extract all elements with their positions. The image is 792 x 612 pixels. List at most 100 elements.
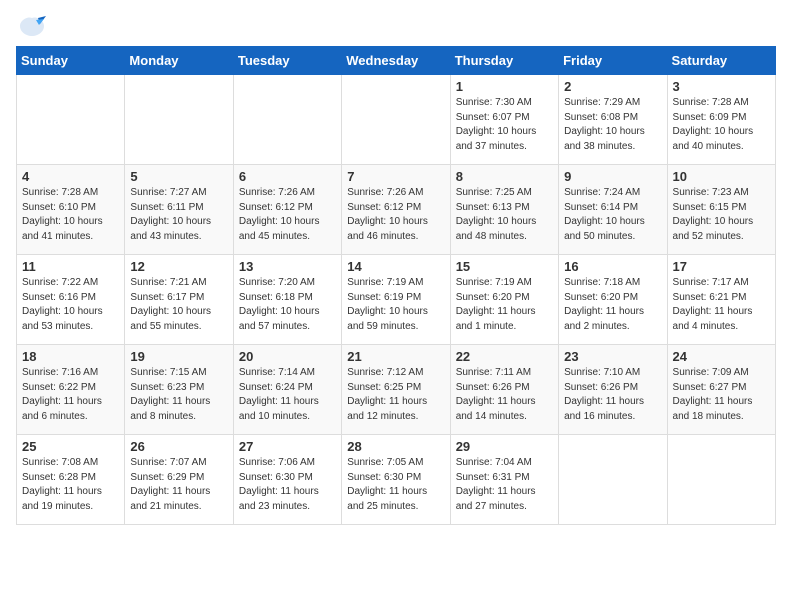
calendar-cell: 17 Sunrise: 7:17 AM Sunset: 6:21 PM Dayli… — [667, 255, 775, 345]
calendar-cell: 23 Sunrise: 7:10 AM Sunset: 6:26 PM Dayli… — [559, 345, 667, 435]
day-info: Sunrise: 7:10 AM Sunset: 6:26 PM Dayligh… — [564, 366, 661, 424]
day-info: Sunrise: 7:21 AM Sunset: 6:17 PM Dayligh… — [130, 276, 227, 334]
col-header-monday: Monday — [125, 47, 233, 75]
day-number: 4 — [22, 169, 119, 184]
logo — [16, 16, 46, 34]
day-number: 5 — [130, 169, 227, 184]
col-header-friday: Friday — [559, 47, 667, 75]
calendar-cell: 12 Sunrise: 7:21 AM Sunset: 6:17 PM Dayli… — [125, 255, 233, 345]
day-info: Sunrise: 7:27 AM Sunset: 6:11 PM Dayligh… — [130, 186, 227, 244]
day-info: Sunrise: 7:16 AM Sunset: 6:22 PM Dayligh… — [22, 366, 119, 424]
calendar-table: SundayMondayTuesdayWednesdayThursdayFrid… — [16, 46, 776, 525]
day-info: Sunrise: 7:08 AM Sunset: 6:28 PM Dayligh… — [22, 456, 119, 514]
logo-bird-icon — [18, 16, 46, 38]
day-info: Sunrise: 7:14 AM Sunset: 6:24 PM Dayligh… — [239, 366, 336, 424]
col-header-sunday: Sunday — [17, 47, 125, 75]
calendar-cell — [233, 75, 341, 165]
calendar-cell: 7Sunrise: 7:26 AM Sunset: 6:12 PM Daylig… — [342, 165, 450, 255]
calendar-cell: 2 Sunrise: 7:29 AM Sunset: 6:08 PM Daylig… — [559, 75, 667, 165]
day-number: 14 — [347, 259, 444, 274]
day-number: 24 — [673, 349, 770, 364]
day-info: Sunrise: 7:24 AM Sunset: 6:14 PM Dayligh… — [564, 186, 661, 244]
day-info: Sunrise: 7:26 AM Sunset: 6:12 PM Dayligh… — [239, 186, 336, 244]
day-number: 16 — [564, 259, 661, 274]
day-number: 26 — [130, 439, 227, 454]
week-row-1: 1Sunrise: 7:30 AM Sunset: 6:07 PM Daylig… — [17, 75, 776, 165]
day-number: 20 — [239, 349, 336, 364]
day-info: Sunrise: 7:29 AM Sunset: 6:08 PM Dayligh… — [564, 96, 661, 154]
calendar-cell: 9 Sunrise: 7:24 AM Sunset: 6:14 PM Daylig… — [559, 165, 667, 255]
day-number: 3 — [673, 79, 770, 94]
day-info: Sunrise: 7:17 AM Sunset: 6:21 PM Dayligh… — [673, 276, 770, 334]
day-info: Sunrise: 7:25 AM Sunset: 6:13 PM Dayligh… — [456, 186, 553, 244]
day-number: 23 — [564, 349, 661, 364]
col-header-thursday: Thursday — [450, 47, 558, 75]
calendar-cell: 3 Sunrise: 7:28 AM Sunset: 6:09 PM Daylig… — [667, 75, 775, 165]
day-number: 13 — [239, 259, 336, 274]
calendar-cell: 25 Sunrise: 7:08 AM Sunset: 6:28 PM Dayli… — [17, 435, 125, 525]
calendar-cell: 26 Sunrise: 7:07 AM Sunset: 6:29 PM Dayli… — [125, 435, 233, 525]
calendar-cell: 21Sunrise: 7:12 AM Sunset: 6:25 PM Dayli… — [342, 345, 450, 435]
day-number: 21 — [347, 349, 444, 364]
calendar-cell: 5 Sunrise: 7:27 AM Sunset: 6:11 PM Daylig… — [125, 165, 233, 255]
day-number: 8 — [456, 169, 553, 184]
day-info: Sunrise: 7:18 AM Sunset: 6:20 PM Dayligh… — [564, 276, 661, 334]
calendar-cell: 10 Sunrise: 7:23 AM Sunset: 6:15 PM Dayli… — [667, 165, 775, 255]
calendar-cell: 16 Sunrise: 7:18 AM Sunset: 6:20 PM Dayli… — [559, 255, 667, 345]
calendar-cell: 11 Sunrise: 7:22 AM Sunset: 6:16 PM Dayli… — [17, 255, 125, 345]
day-info: Sunrise: 7:06 AM Sunset: 6:30 PM Dayligh… — [239, 456, 336, 514]
day-info: Sunrise: 7:11 AM Sunset: 6:26 PM Dayligh… — [456, 366, 553, 424]
calendar-cell: 29 Sunrise: 7:04 AM Sunset: 6:31 PM Dayli… — [450, 435, 558, 525]
day-number: 19 — [130, 349, 227, 364]
day-number: 11 — [22, 259, 119, 274]
day-number: 6 — [239, 169, 336, 184]
calendar-cell — [17, 75, 125, 165]
day-number: 27 — [239, 439, 336, 454]
calendar-cell: 1Sunrise: 7:30 AM Sunset: 6:07 PM Daylig… — [450, 75, 558, 165]
day-info: Sunrise: 7:26 AM Sunset: 6:12 PM Dayligh… — [347, 186, 444, 244]
day-info: Sunrise: 7:30 AM Sunset: 6:07 PM Dayligh… — [456, 96, 553, 154]
calendar-cell: 15 Sunrise: 7:19 AM Sunset: 6:20 PM Dayli… — [450, 255, 558, 345]
week-row-2: 4 Sunrise: 7:28 AM Sunset: 6:10 PM Daylig… — [17, 165, 776, 255]
day-info: Sunrise: 7:28 AM Sunset: 6:09 PM Dayligh… — [673, 96, 770, 154]
calendar-cell: 27 Sunrise: 7:06 AM Sunset: 6:30 PM Dayli… — [233, 435, 341, 525]
day-info: Sunrise: 7:15 AM Sunset: 6:23 PM Dayligh… — [130, 366, 227, 424]
day-number: 15 — [456, 259, 553, 274]
day-number: 25 — [22, 439, 119, 454]
day-info: Sunrise: 7:20 AM Sunset: 6:18 PM Dayligh… — [239, 276, 336, 334]
day-info: Sunrise: 7:23 AM Sunset: 6:15 PM Dayligh… — [673, 186, 770, 244]
day-info: Sunrise: 7:28 AM Sunset: 6:10 PM Dayligh… — [22, 186, 119, 244]
calendar-cell: 28Sunrise: 7:05 AM Sunset: 6:30 PM Dayli… — [342, 435, 450, 525]
calendar-cell: 6 Sunrise: 7:26 AM Sunset: 6:12 PM Daylig… — [233, 165, 341, 255]
day-info: Sunrise: 7:22 AM Sunset: 6:16 PM Dayligh… — [22, 276, 119, 334]
week-row-4: 18 Sunrise: 7:16 AM Sunset: 6:22 PM Dayli… — [17, 345, 776, 435]
day-info: Sunrise: 7:07 AM Sunset: 6:29 PM Dayligh… — [130, 456, 227, 514]
col-header-tuesday: Tuesday — [233, 47, 341, 75]
col-header-wednesday: Wednesday — [342, 47, 450, 75]
header — [16, 16, 776, 34]
col-header-saturday: Saturday — [667, 47, 775, 75]
day-number: 10 — [673, 169, 770, 184]
day-info: Sunrise: 7:19 AM Sunset: 6:20 PM Dayligh… — [456, 276, 553, 334]
day-info: Sunrise: 7:19 AM Sunset: 6:19 PM Dayligh… — [347, 276, 444, 334]
day-number: 17 — [673, 259, 770, 274]
day-number: 29 — [456, 439, 553, 454]
week-row-3: 11 Sunrise: 7:22 AM Sunset: 6:16 PM Dayli… — [17, 255, 776, 345]
day-info: Sunrise: 7:09 AM Sunset: 6:27 PM Dayligh… — [673, 366, 770, 424]
day-number: 2 — [564, 79, 661, 94]
day-number: 12 — [130, 259, 227, 274]
calendar-cell — [342, 75, 450, 165]
calendar-cell: 4 Sunrise: 7:28 AM Sunset: 6:10 PM Daylig… — [17, 165, 125, 255]
calendar-cell: 24 Sunrise: 7:09 AM Sunset: 6:27 PM Dayli… — [667, 345, 775, 435]
day-info: Sunrise: 7:04 AM Sunset: 6:31 PM Dayligh… — [456, 456, 553, 514]
day-info: Sunrise: 7:05 AM Sunset: 6:30 PM Dayligh… — [347, 456, 444, 514]
calendar-cell: 18 Sunrise: 7:16 AM Sunset: 6:22 PM Dayli… — [17, 345, 125, 435]
calendar-cell — [559, 435, 667, 525]
calendar-cell: 19 Sunrise: 7:15 AM Sunset: 6:23 PM Dayli… — [125, 345, 233, 435]
week-row-5: 25 Sunrise: 7:08 AM Sunset: 6:28 PM Dayli… — [17, 435, 776, 525]
day-number: 9 — [564, 169, 661, 184]
day-number: 18 — [22, 349, 119, 364]
calendar-cell: 20 Sunrise: 7:14 AM Sunset: 6:24 PM Dayli… — [233, 345, 341, 435]
calendar-cell — [125, 75, 233, 165]
day-number: 22 — [456, 349, 553, 364]
